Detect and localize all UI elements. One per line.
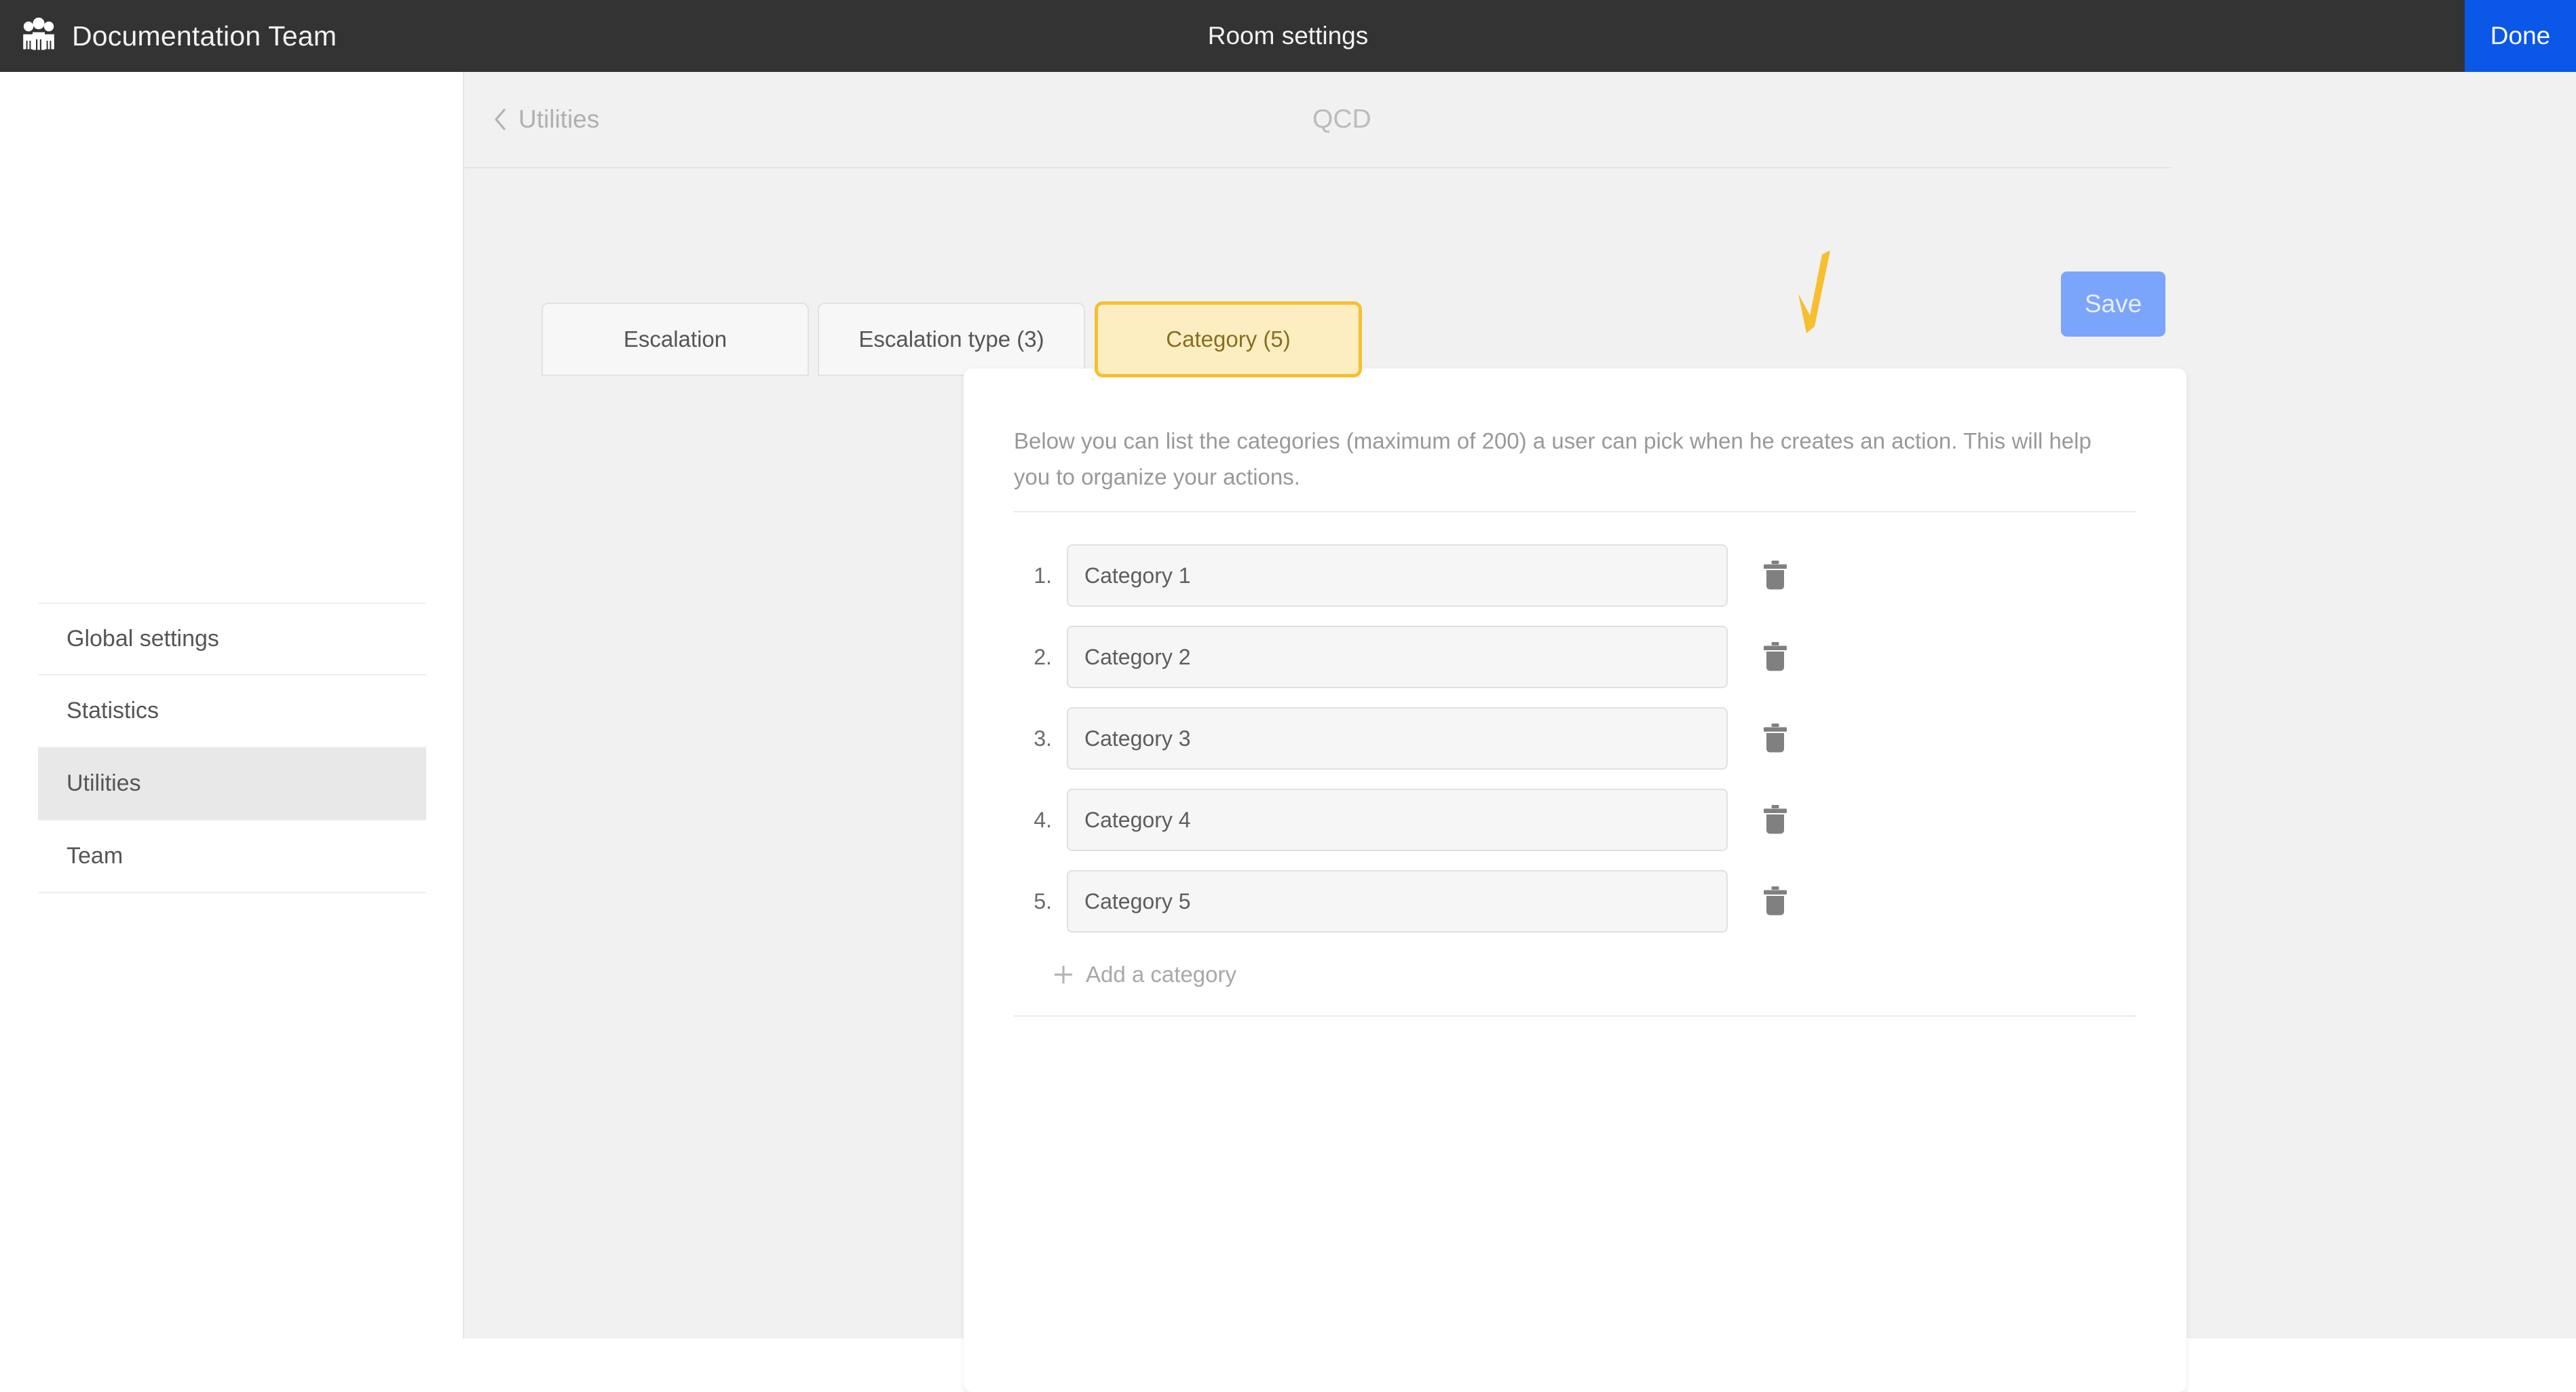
trash-icon	[1762, 559, 1789, 592]
tab-escalation[interactable]: Escalation	[542, 303, 809, 376]
sidebar-nav: Global settings Statistics Utilities Tea…	[38, 603, 426, 893]
category-index: 3.	[1034, 726, 1052, 751]
delete-category-button-1[interactable]	[1758, 556, 1793, 595]
sidebar-item-label: Team	[67, 843, 124, 869]
breadcrumb[interactable]: Utilities	[493, 105, 599, 134]
page-body: Global settings Statistics Utilities Tea…	[0, 72, 2576, 1392]
delete-category-button-5[interactable]	[1758, 882, 1793, 921]
tab-label: Category (5)	[1166, 326, 1291, 352]
delete-category-button-4[interactable]	[1758, 800, 1793, 840]
category-index: 5.	[1034, 888, 1052, 914]
window-title: Room settings	[1207, 22, 1369, 50]
category-index: 2.	[1034, 644, 1052, 669]
sidebar-item-utilities[interactable]: Utilities	[38, 748, 426, 821]
content-header: Utilities QCD	[464, 72, 2172, 168]
sidebar-item-label: Statistics	[67, 698, 159, 723]
sidebar-item-team[interactable]: Team	[38, 821, 426, 893]
divider-top	[1014, 511, 2136, 512]
top-bar-left: Documentation Team	[0, 16, 337, 56]
tab-label: Escalation	[623, 326, 727, 352]
tab-category[interactable]: Category (5)	[1095, 301, 1362, 377]
sidebar-item-label: Utilities	[67, 770, 141, 796]
category-input-2[interactable]	[1067, 626, 1728, 688]
category-input-1[interactable]	[1067, 544, 1728, 607]
category-index: 4.	[1034, 807, 1052, 832]
sidebar-item-global-settings[interactable]: Global settings	[38, 603, 426, 675]
trash-icon	[1762, 641, 1789, 673]
add-category-button[interactable]: Add a category	[1014, 942, 1236, 1007]
trash-icon	[1762, 804, 1789, 836]
main-content: Utilities QCD Escalation Escalation type…	[464, 72, 2576, 1392]
category-input-3[interactable]	[1067, 707, 1728, 770]
app-title: Documentation Team	[72, 20, 337, 52]
tab-escalation-type[interactable]: Escalation type (3)	[818, 303, 1085, 376]
sidebar-item-label: Global settings	[67, 626, 219, 652]
category-row-2: 2.	[1014, 616, 2136, 698]
divider-bottom	[1014, 1015, 2136, 1017]
save-button[interactable]: Save	[2061, 271, 2165, 337]
plus-icon	[1052, 963, 1075, 986]
category-row-3: 3.	[1014, 698, 2136, 779]
category-row-1: 1.	[1014, 535, 2136, 616]
chevron-left-icon	[493, 108, 508, 131]
done-button[interactable]: Done	[2465, 0, 2576, 72]
add-category-label: Add a category	[1086, 962, 1236, 987]
category-row-4: 4.	[1014, 779, 2136, 861]
category-input-4[interactable]	[1067, 789, 1728, 851]
room-name: QCD	[1312, 105, 1371, 134]
breadcrumb-label: Utilities	[518, 105, 600, 133]
category-input-5[interactable]	[1067, 870, 1728, 933]
trash-icon	[1762, 722, 1789, 755]
sidebar: Global settings Statistics Utilities Tea…	[0, 72, 464, 1338]
category-list: 1. 2.	[1014, 535, 2136, 1007]
category-row-5: 5.	[1014, 861, 2136, 942]
card-description: Below you can list the categories (maxim…	[1014, 428, 2091, 490]
tab-label: Escalation type (3)	[858, 326, 1044, 352]
trash-icon	[1762, 885, 1789, 918]
category-card: Below you can list the categories (maxim…	[964, 369, 2186, 1392]
top-bar: Documentation Team Room settings Done	[0, 0, 2576, 72]
delete-category-button-2[interactable]	[1758, 637, 1793, 677]
window-title-container: Room settings	[0, 0, 2576, 72]
tabs-bar: Escalation Escalation type (3) Category …	[464, 202, 2576, 377]
group-people-icon	[19, 16, 58, 56]
category-index: 1.	[1034, 563, 1052, 588]
delete-category-button-3[interactable]	[1758, 719, 1793, 758]
sidebar-item-statistics[interactable]: Statistics	[38, 675, 426, 748]
